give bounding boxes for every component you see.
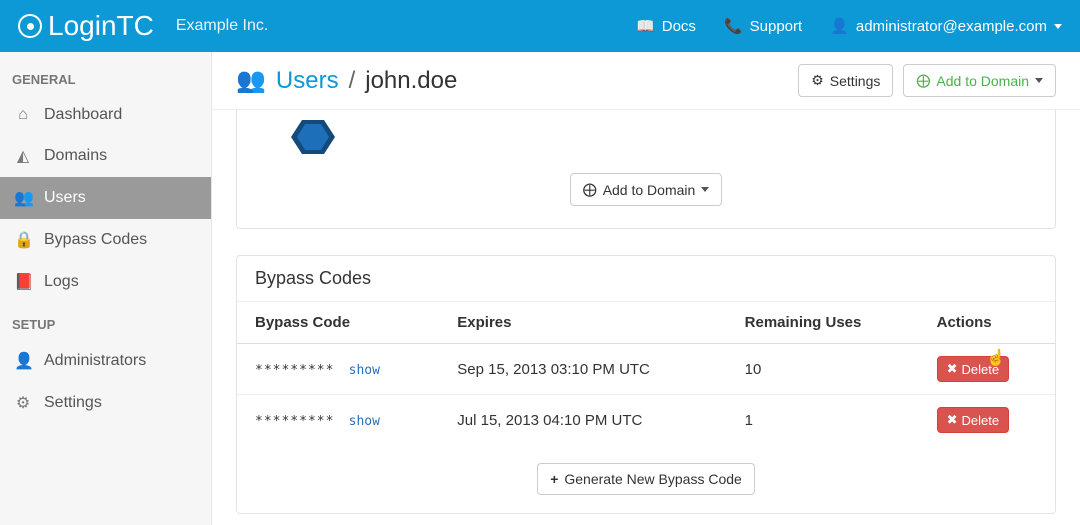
- plus-circle-icon: ⨁: [583, 181, 597, 198]
- settings-button[interactable]: ⚙ Settings: [798, 64, 893, 97]
- code-mask: *********: [255, 363, 334, 378]
- table-row: ********* show Jul 15, 2013 04:10 PM UTC…: [237, 395, 1055, 446]
- delete-label: Delete: [962, 362, 1000, 377]
- delete-label: Delete: [962, 413, 1000, 428]
- add-to-domain-label: Add to Domain: [936, 73, 1029, 89]
- sidebar-section-setup: SETUP: [0, 303, 211, 340]
- content: ⨁ Add to Domain Bypass Codes Bypass Code…: [212, 110, 1080, 525]
- sidebar-item-domains[interactable]: ◭ Domains: [0, 135, 211, 177]
- add-domain-row: ⨁ Add to Domain: [261, 173, 1031, 206]
- delete-button[interactable]: ✖ Delete: [937, 356, 1009, 382]
- sidebar-item-label: Administrators: [44, 352, 146, 370]
- book-icon: 📕: [14, 272, 32, 292]
- delete-button[interactable]: ✖ Delete: [937, 407, 1009, 433]
- add-to-domain-button[interactable]: ⨁ Add to Domain: [903, 64, 1056, 97]
- sidebar-item-label: Bypass Codes: [44, 231, 147, 249]
- domain-icon: [291, 118, 1031, 159]
- sidebar-item-dashboard[interactable]: ⌂ Dashboard: [0, 95, 211, 135]
- plus-icon: +: [550, 471, 558, 487]
- users-icon: 👥: [236, 66, 266, 95]
- plus-circle-icon: ⨁: [916, 72, 930, 89]
- user-icon: 👤: [14, 351, 32, 371]
- close-icon: ✖: [947, 361, 958, 377]
- sitemap-icon: ◭: [14, 146, 32, 166]
- header-actions: ⚙ Settings ⨁ Add to Domain: [798, 64, 1056, 97]
- user-icon: 👤: [830, 17, 849, 35]
- topbar: LoginTC Example Inc. 📖 Docs 📞 Support 👤 …: [0, 0, 1080, 52]
- col-remaining: Remaining Uses: [727, 302, 919, 344]
- home-icon: ⌂: [14, 106, 32, 124]
- sidebar-item-label: Dashboard: [44, 106, 122, 124]
- main: 👥 Users / john.doe ⚙ Settings ⨁ Add to D…: [212, 52, 1080, 525]
- sidebar-item-users[interactable]: 👥 Users: [0, 177, 211, 219]
- user-email: administrator@example.com: [856, 18, 1047, 35]
- expires-cell: Sep 15, 2013 03:10 PM UTC: [439, 344, 726, 395]
- sidebar-item-settings[interactable]: ⚙ Settings: [0, 382, 211, 424]
- chevron-down-icon: [1035, 78, 1043, 83]
- org-name: Example Inc.: [176, 17, 268, 35]
- close-icon: ✖: [947, 412, 958, 428]
- sidebar-item-bypass-codes[interactable]: 🔒 Bypass Codes: [0, 219, 211, 261]
- chevron-down-icon: [701, 187, 709, 192]
- breadcrumb-separator: /: [349, 67, 356, 95]
- breadcrumb-section[interactable]: Users: [276, 67, 339, 95]
- code-mask: *********: [255, 414, 334, 429]
- sidebar-item-label: Settings: [44, 394, 102, 412]
- table-header-row: Bypass Code Expires Remaining Uses Actio…: [237, 302, 1055, 344]
- topbar-left: LoginTC Example Inc.: [18, 10, 268, 42]
- expires-cell: Jul 15, 2013 04:10 PM UTC: [439, 395, 726, 446]
- sidebar: GENERAL ⌂ Dashboard ◭ Domains 👥 Users 🔒 …: [0, 52, 212, 525]
- sidebar-item-logs[interactable]: 📕 Logs: [0, 261, 211, 303]
- settings-label: Settings: [830, 73, 881, 89]
- user-menu[interactable]: 👤 administrator@example.com: [830, 17, 1062, 35]
- table-row: ********* show Sep 15, 2013 03:10 PM UTC…: [237, 344, 1055, 395]
- generate-row: + Generate New Bypass Code: [237, 445, 1055, 513]
- gear-icon: ⚙: [811, 72, 824, 89]
- hexagon-icon: [291, 118, 335, 156]
- sidebar-section-general: GENERAL: [0, 58, 211, 95]
- docs-link[interactable]: 📖 Docs: [636, 17, 696, 35]
- add-to-domain-dropdown[interactable]: ⨁ Add to Domain: [570, 173, 723, 206]
- remaining-cell: 10: [727, 344, 919, 395]
- sidebar-item-label: Users: [44, 189, 86, 207]
- generate-label: Generate New Bypass Code: [564, 471, 741, 487]
- generate-bypass-code-button[interactable]: + Generate New Bypass Code: [537, 463, 755, 495]
- sidebar-item-administrators[interactable]: 👤 Administrators: [0, 340, 211, 382]
- phone-icon: 📞: [724, 17, 743, 35]
- add-domain-label: Add to Domain: [603, 182, 696, 198]
- sidebar-item-label: Domains: [44, 147, 107, 165]
- brand-logo-icon: [18, 14, 42, 38]
- col-code: Bypass Code: [237, 302, 439, 344]
- brand-name: LoginTC: [48, 10, 154, 42]
- support-link[interactable]: 📞 Support: [724, 17, 802, 35]
- col-actions: Actions: [919, 302, 1055, 344]
- brand[interactable]: LoginTC: [18, 10, 154, 42]
- breadcrumb-current: john.doe: [365, 67, 457, 95]
- users-icon: 👥: [14, 188, 32, 208]
- breadcrumb: 👥 Users / john.doe: [236, 66, 457, 95]
- remaining-cell: 1: [727, 395, 919, 446]
- lock-icon: 🔒: [14, 230, 32, 250]
- chevron-down-icon: [1054, 24, 1062, 29]
- docs-label: Docs: [662, 18, 696, 35]
- show-code-link[interactable]: show: [349, 414, 380, 429]
- sidebar-item-label: Logs: [44, 273, 79, 291]
- topbar-right: 📖 Docs 📞 Support 👤 administrator@example…: [636, 17, 1062, 35]
- book-icon: 📖: [636, 17, 655, 35]
- show-code-link[interactable]: show: [349, 363, 380, 378]
- page-header: 👥 Users / john.doe ⚙ Settings ⨁ Add to D…: [212, 52, 1080, 110]
- domain-panel: ⨁ Add to Domain: [236, 110, 1056, 229]
- col-expires: Expires: [439, 302, 726, 344]
- bypass-codes-panel: Bypass Codes Bypass Code Expires Remaini…: [236, 255, 1056, 514]
- bypass-panel-title: Bypass Codes: [237, 256, 1055, 302]
- gears-icon: ⚙: [14, 393, 32, 413]
- bypass-codes-table: Bypass Code Expires Remaining Uses Actio…: [237, 302, 1055, 445]
- support-label: Support: [750, 18, 803, 35]
